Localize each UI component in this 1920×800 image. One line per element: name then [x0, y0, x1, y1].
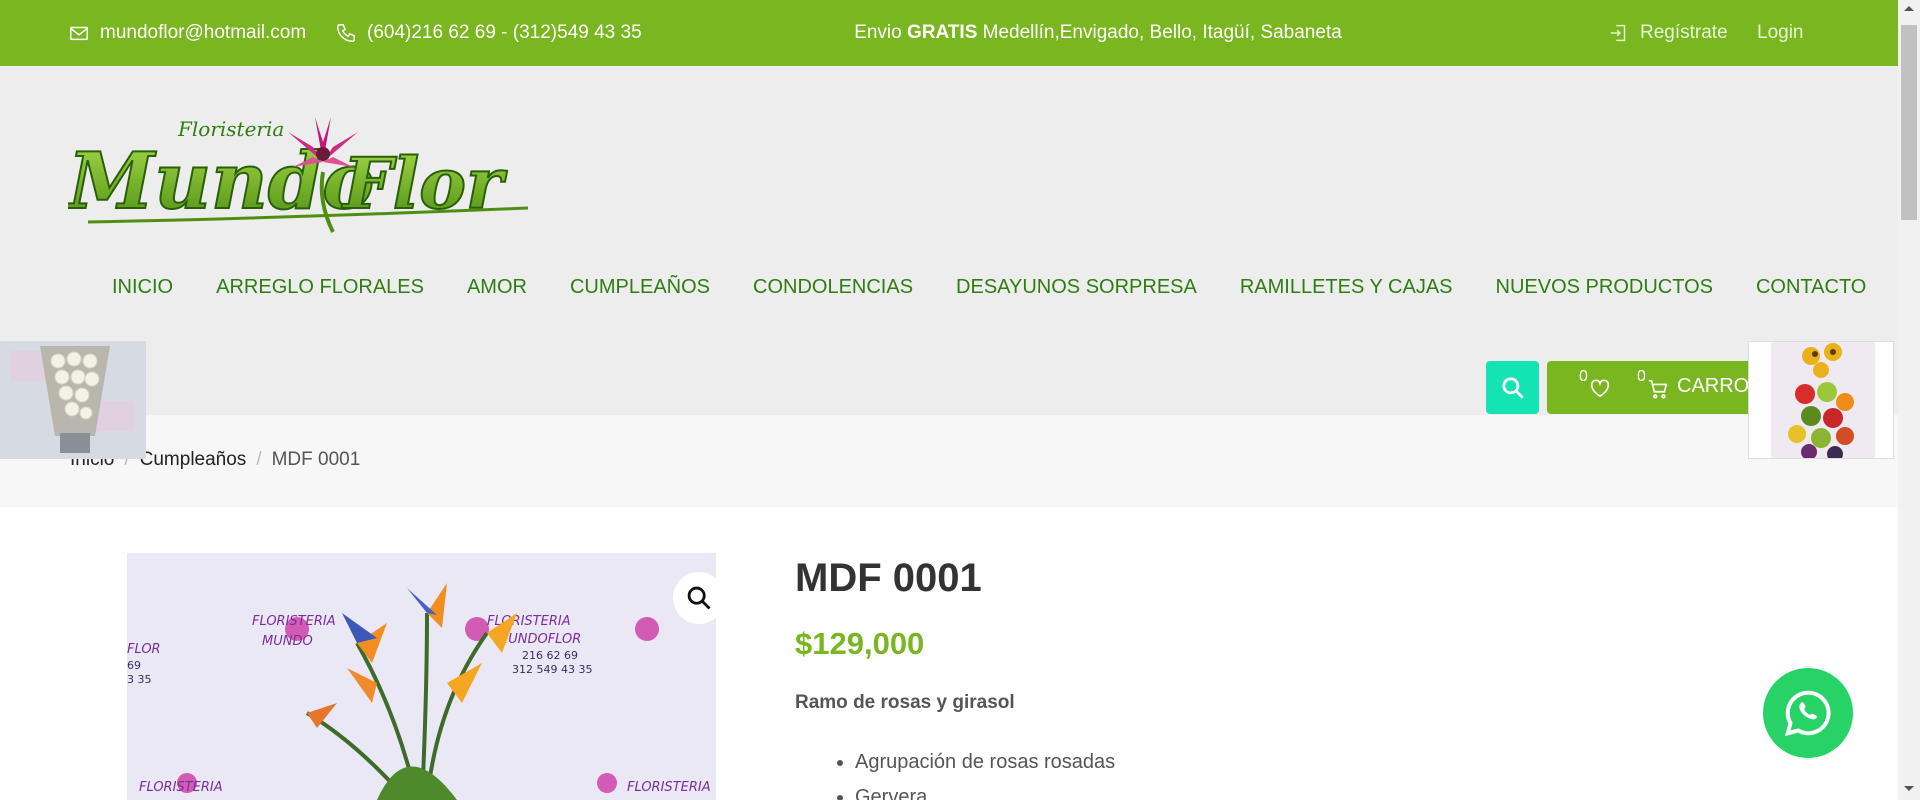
nav-contacto[interactable]: CONTACTO: [1756, 276, 1866, 299]
related-product-thumbnail-right[interactable]: [1748, 341, 1894, 459]
cart-count: 0: [1637, 368, 1646, 385]
svg-text:MUNDOFLOR: MUNDOFLOR: [497, 632, 581, 647]
login-label: Login: [1757, 22, 1804, 43]
svg-text:216 62 69: 216 62 69: [522, 649, 578, 662]
promo-rest: Medellín,Envigado, Bello, Itagüí, Sabane…: [977, 22, 1342, 43]
product-description-title: Ramo de rosas y girasol: [795, 692, 1015, 713]
zoom-icon: [687, 586, 711, 610]
login-icon: [1610, 24, 1626, 42]
register-link[interactable]: Regístrate: [1608, 0, 1728, 66]
nav-arreglo-florales[interactable]: ARREGLO FLORALES: [216, 276, 424, 299]
svg-text:MUNDO: MUNDO: [262, 634, 313, 649]
svg-text:FLOR: FLOR: [127, 642, 161, 657]
whatsapp-icon: [1784, 690, 1831, 737]
svg-text:69: 69: [127, 659, 141, 672]
svg-text:FLORISTERIA: FLORISTERIA: [139, 780, 223, 795]
zoom-button[interactable]: [673, 572, 725, 624]
search-icon: [1501, 376, 1524, 399]
white-roses-bouquet-image: [0, 341, 146, 459]
search-button[interactable]: [1486, 361, 1539, 414]
breadcrumb-separator: /: [256, 449, 262, 470]
heart-icon[interactable]: [1589, 378, 1611, 398]
nav-nuevos-productos[interactable]: NUEVOS PRODUCTOS: [1496, 276, 1713, 299]
svg-text:FLORISTERIA: FLORISTERIA: [627, 780, 711, 795]
svg-text:FLORISTERIA: FLORISTERIA: [252, 614, 336, 629]
scrollbar-thumb[interactable]: [1901, 25, 1917, 220]
page-scrollbar[interactable]: [1898, 0, 1920, 800]
breadcrumb-current: MDF 0001: [271, 449, 361, 470]
bird-of-paradise-arrangement-image: FLORISTERIA MUNDO FLORISTERIA MUNDOFLOR FL…: [127, 553, 716, 800]
site-header: Floristeria Mundo Flor INICIO ARREGLO FL…: [0, 66, 1898, 415]
nav-inicio[interactable]: INICIO: [112, 276, 173, 299]
svg-text:3 35: 3 35: [127, 673, 152, 686]
promo-bold: GRATIS: [907, 22, 978, 43]
breadcrumb: Inicio / Cumpleaños / MDF 0001: [0, 415, 1898, 507]
nav-condolencias[interactable]: CONDOLENCIAS: [753, 276, 913, 299]
scroll-down-arrow-icon[interactable]: [1898, 780, 1920, 797]
product-features-list: Agrupación de rosas rosadas Gervera: [855, 745, 1115, 800]
product-main-image[interactable]: FLORISTERIA MUNDO FLORISTERIA MUNDOFLOR FL…: [127, 553, 716, 800]
fruit-basket-image: [1749, 342, 1893, 458]
promo-prefix: Envio: [854, 22, 907, 43]
login-link[interactable]: Login: [1757, 0, 1804, 66]
product-title: MDF 0001: [795, 556, 982, 600]
cart-label[interactable]: CARRO: [1677, 375, 1749, 398]
nav-desayunos-sorpresa[interactable]: DESAYUNOS SORPRESA: [956, 276, 1197, 299]
register-label: Regístrate: [1640, 22, 1728, 43]
main-nav: INICIO ARREGLO FLORALES AMOR CUMPLEAÑOS …: [112, 276, 1909, 299]
wishlist-count: 0: [1579, 368, 1588, 385]
product-price: $129,000: [795, 626, 925, 661]
scroll-up-arrow-icon[interactable]: [1898, 0, 1920, 17]
top-bar: mundoflor@hotmail.com (604)216 62 69 - (…: [0, 0, 1898, 66]
nav-amor[interactable]: AMOR: [467, 276, 527, 299]
whatsapp-button[interactable]: [1763, 668, 1853, 758]
nav-cumpleanos[interactable]: CUMPLEAÑOS: [570, 276, 710, 299]
breadcrumb-category[interactable]: Cumpleaños: [140, 449, 247, 471]
list-item: Gervera: [855, 780, 1115, 800]
svg-text:312 549 43 35: 312 549 43 35: [512, 663, 592, 676]
site-logo[interactable]: Floristeria Mundo Flor: [68, 100, 533, 240]
related-product-thumbnail-left[interactable]: [0, 341, 146, 459]
cart-icon[interactable]: [1647, 378, 1669, 400]
list-item: Agrupación de rosas rosadas: [855, 745, 1115, 780]
nav-ramilletes-cajas[interactable]: RAMILLETES Y CAJAS: [1240, 276, 1453, 299]
